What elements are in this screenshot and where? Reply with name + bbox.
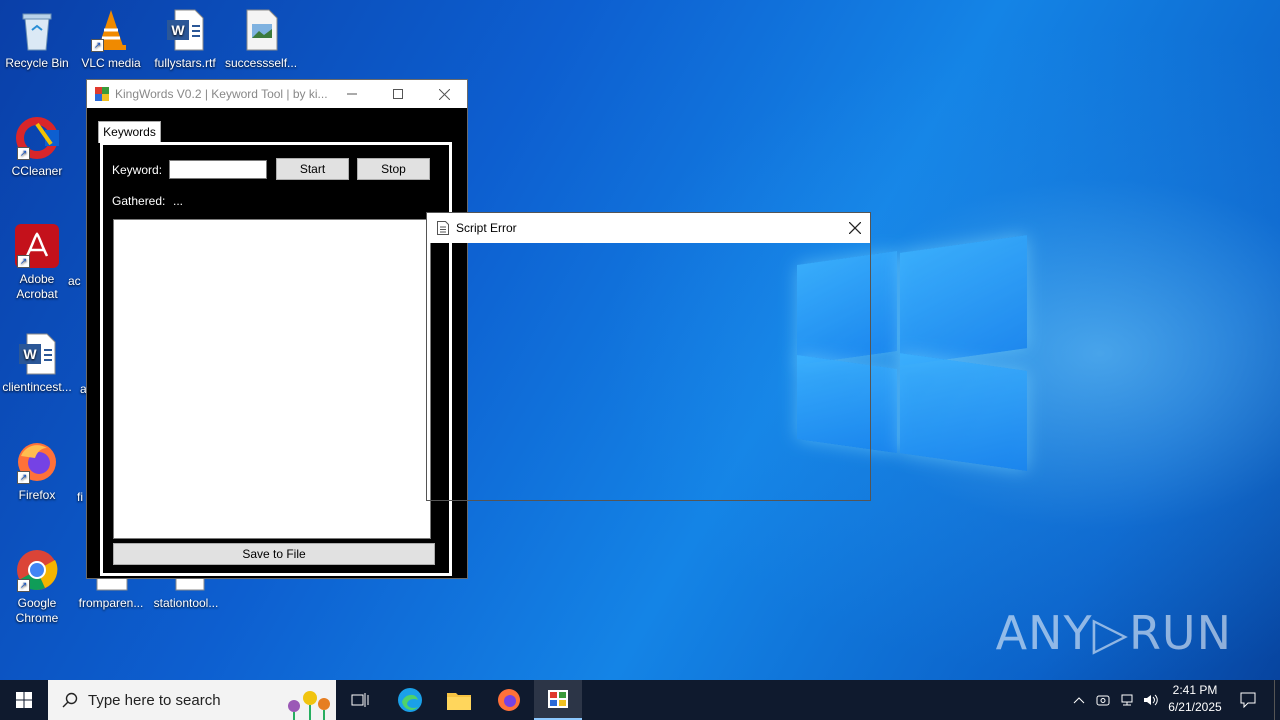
taskbar-search-box[interactable]: Type here to search xyxy=(48,680,336,720)
shortcut-arrow-icon: ↗ xyxy=(17,579,30,592)
vlc-cone-icon: ↗ xyxy=(89,8,133,52)
desktop-icon-recycle-bin[interactable]: Recycle Bin xyxy=(1,8,73,71)
svg-text:W: W xyxy=(23,346,37,362)
stop-button[interactable]: Stop xyxy=(357,158,430,180)
keyword-label: Keyword: xyxy=(112,163,163,177)
taskbar: Type here to search 2:41 PM 6/21/2025 xyxy=(0,680,1280,720)
start-button[interactable] xyxy=(0,680,48,720)
network-icon xyxy=(1121,694,1133,706)
tray-volume[interactable] xyxy=(1140,680,1162,720)
window-titlebar[interactable]: KingWords V0.2 | Keyword Tool | by ki... xyxy=(87,80,467,108)
dialog-titlebar[interactable]: Script Error xyxy=(427,213,870,243)
firefox-icon xyxy=(498,689,520,711)
desktop-icon-label: stationtool... xyxy=(153,596,219,610)
tray-network[interactable] xyxy=(1116,680,1138,720)
maximize-button[interactable] xyxy=(375,80,421,108)
desktop-icon-label: Recycle Bin xyxy=(5,56,69,70)
dialog-title: Script Error xyxy=(456,221,517,235)
desktop-icon-clientincest[interactable]: W clientincest... xyxy=(1,332,73,395)
gathered-label: Gathered: xyxy=(112,194,166,208)
taskbar-firefox[interactable] xyxy=(485,680,533,720)
save-to-file-button[interactable]: Save to File xyxy=(113,543,435,565)
taskbar-kingwords-active[interactable] xyxy=(534,680,582,720)
shortcut-arrow-icon: ↗ xyxy=(17,471,30,484)
keywords-listbox[interactable] xyxy=(113,219,431,539)
desktop-icon-label: Google Chrome xyxy=(15,596,59,625)
minimize-icon xyxy=(347,93,357,95)
word-document-icon: W xyxy=(163,8,207,52)
wallpaper-logo-pane xyxy=(900,353,1027,471)
adobe-acrobat-icon: ↗ xyxy=(15,224,59,268)
speaker-icon xyxy=(1144,694,1158,706)
desktop-icon-label: fromparen... xyxy=(78,596,144,610)
notification-icon xyxy=(1240,692,1256,708)
close-button[interactable] xyxy=(421,80,467,108)
folder-icon xyxy=(447,693,471,710)
shortcut-arrow-icon: ↗ xyxy=(17,147,30,160)
taskbar-clock[interactable]: 2:41 PM 6/21/2025 xyxy=(1160,682,1230,716)
recycle-bin-icon xyxy=(15,8,59,52)
wallpaper-logo-pane xyxy=(900,235,1027,366)
shortcut-arrow-icon: ↗ xyxy=(91,39,104,52)
anyrun-watermark: ANY▷RUN xyxy=(995,606,1232,660)
script-error-dialog: Script Error xyxy=(426,212,871,501)
word-document-icon: W xyxy=(15,332,59,376)
desktop-icon-label: Firefox xyxy=(18,488,56,502)
close-icon xyxy=(849,222,861,234)
desktop-icon-label: fullystars.rtf xyxy=(154,56,216,70)
gathered-value: ... xyxy=(173,194,184,208)
camera-icon xyxy=(1096,695,1110,706)
ccleaner-icon: ↗ xyxy=(15,116,59,160)
dialog-close-button[interactable] xyxy=(840,213,870,243)
keywords-panel: Keyword: Start Stop Gathered: ... Save t… xyxy=(100,142,452,576)
desktop-icon-label: ac xyxy=(68,274,81,288)
app-icon xyxy=(548,690,568,708)
taskbar-edge[interactable] xyxy=(386,680,434,720)
action-center-button[interactable] xyxy=(1234,680,1262,720)
clock-date: 6/21/2025 xyxy=(1168,700,1222,714)
document-icon xyxy=(437,221,449,235)
desktop-icon-firefox[interactable]: ↗ Firefox xyxy=(1,440,73,503)
show-desktop-button[interactable] xyxy=(1274,680,1280,720)
chevron-up-icon xyxy=(1073,697,1085,704)
svg-text:W: W xyxy=(171,22,185,38)
taskbar-file-explorer[interactable] xyxy=(435,680,483,720)
desktop-icon-label: VLC media xyxy=(81,56,141,70)
windows-logo-icon xyxy=(16,692,32,708)
window-title: KingWords V0.2 | Keyword Tool | by ki... xyxy=(115,87,328,101)
desktop-icon-successself[interactable]: successself... xyxy=(225,8,297,71)
desktop-icon-partial[interactable]: ac xyxy=(68,274,88,289)
search-placeholder: Type here to search xyxy=(88,691,221,709)
desktop-icon-label: CCleaner xyxy=(11,164,63,178)
app-icon xyxy=(95,87,109,101)
desktop-icon-fullystars[interactable]: W fullystars.rtf xyxy=(149,8,221,71)
edge-icon xyxy=(398,688,422,712)
desktop-icon-ccleaner[interactable]: ↗ CCleaner xyxy=(1,116,73,179)
desktop-icon-label: successself... xyxy=(225,56,298,70)
task-view-icon xyxy=(351,693,369,707)
shortcut-arrow-icon: ↗ xyxy=(17,255,30,268)
show-hidden-icons-button[interactable] xyxy=(1068,680,1090,720)
desktop-icon-adobe-acrobat[interactable]: ↗ Adobe Acrobat xyxy=(1,224,73,302)
tab-keywords[interactable]: Keywords xyxy=(98,121,161,143)
clock-time: 2:41 PM xyxy=(1172,683,1218,697)
start-button[interactable]: Start xyxy=(276,158,349,180)
tray-meet-now[interactable] xyxy=(1092,680,1114,720)
desktop-icon-label: Adobe Acrobat xyxy=(16,272,58,301)
desktop-icon-vlc[interactable]: ↗ VLC media xyxy=(75,8,147,71)
desktop-icon-label: clientincest... xyxy=(2,380,72,394)
search-icon xyxy=(62,692,78,708)
minimize-button[interactable] xyxy=(329,80,375,108)
firefox-icon: ↗ xyxy=(15,440,59,484)
chrome-icon: ↗ xyxy=(15,548,59,592)
maximize-icon xyxy=(393,89,403,99)
image-file-icon xyxy=(239,8,283,52)
kingwords-window: KingWords V0.2 | Keyword Tool | by ki...… xyxy=(86,79,468,579)
close-icon xyxy=(438,88,450,100)
task-view-button[interactable] xyxy=(336,680,384,720)
keyword-input[interactable] xyxy=(169,160,267,179)
desktop-icon-google-chrome[interactable]: ↗ Google Chrome xyxy=(1,548,73,626)
search-highlight-flowers-icon xyxy=(288,691,330,720)
